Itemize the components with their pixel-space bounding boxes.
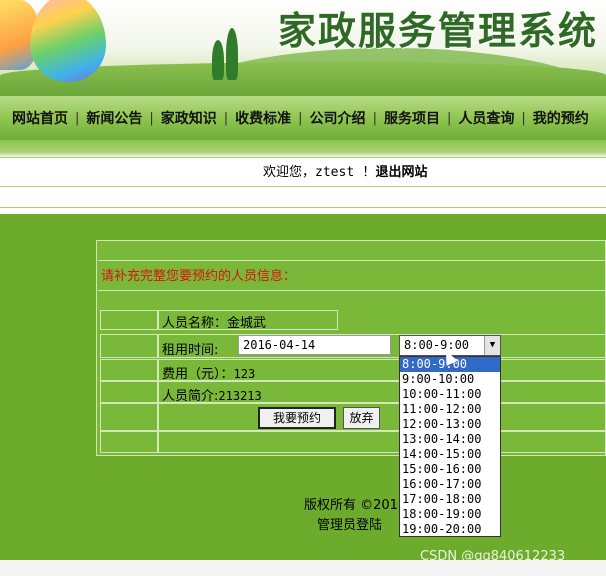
username: ztest xyxy=(315,165,355,180)
site-title: 家政服务管理系统 xyxy=(278,8,599,53)
time-option[interactable]: 9:00-10:00 xyxy=(400,372,500,387)
nav-staff-search[interactable]: 人员查询 xyxy=(451,108,521,128)
rent-date-input[interactable]: 2016-04-14 xyxy=(238,335,391,355)
banner-tree xyxy=(226,28,238,80)
time-option[interactable]: 12:00-13:00 xyxy=(400,417,500,432)
logout-link[interactable]: 退出网站 xyxy=(375,165,427,180)
nav-fees[interactable]: 收费标准 xyxy=(228,108,298,128)
fee-value: 123 xyxy=(233,367,256,381)
rent-time-label: 租用时间: xyxy=(162,343,219,358)
time-option[interactable]: 11:00-12:00 xyxy=(400,402,500,417)
time-slot-selected: 8:00-9:00 xyxy=(404,338,470,352)
nav-my-bookings[interactable]: 我的预约 xyxy=(526,108,596,128)
copyright-text: 版权所有 ©201 xyxy=(304,498,398,513)
bottom-strip xyxy=(0,560,606,576)
nav-knowledge[interactable]: 家政知识 xyxy=(154,108,224,128)
time-option[interactable]: 19:00-20:00 xyxy=(400,522,500,537)
book-button[interactable]: 我要预约 xyxy=(258,407,336,429)
banner-egg-decoration xyxy=(30,0,106,82)
cancel-button[interactable]: 放弃 xyxy=(343,407,380,429)
nav-services[interactable]: 服务项目 xyxy=(377,108,447,128)
header-banner: 家政服务管理系统 xyxy=(0,0,606,96)
banner-tree xyxy=(212,40,224,80)
nav-about[interactable]: 公司介绍 xyxy=(303,108,373,128)
intro-row: 人员简介:213213 xyxy=(162,389,262,404)
intro-value: 213213 xyxy=(218,389,262,403)
time-option[interactable]: 17:00-18:00 xyxy=(400,492,500,507)
time-option[interactable]: 14:00-15:00 xyxy=(400,447,500,462)
nav-home[interactable]: 网站首页 xyxy=(12,108,75,128)
fee-row: 费用（元）：123 xyxy=(162,367,256,382)
time-option[interactable]: 15:00-16:00 xyxy=(400,462,500,477)
chevron-down-icon[interactable]: ▼ xyxy=(484,336,500,355)
staff-name-row: 人员名称：金城武 xyxy=(162,316,267,331)
staff-name-value: 金城武 xyxy=(227,316,267,331)
form-notice: 请补充完整您要预约的人员信息： xyxy=(101,269,297,284)
main-nav: 网站首页 | 新闻公告 | 家政知识 | 收费标准 | 公司介绍 | 服务项目 | 人员查询… xyxy=(0,96,606,140)
admin-login-link[interactable]: 管理员登陆 xyxy=(317,514,382,533)
time-option[interactable]: 10:00-11:00 xyxy=(400,387,500,402)
time-option[interactable]: 18:00-19:00 xyxy=(400,507,500,522)
time-option[interactable]: 16:00-17:00 xyxy=(400,477,500,492)
time-option[interactable]: 13:00-14:00 xyxy=(400,432,500,447)
nav-news[interactable]: 新闻公告 xyxy=(79,108,149,128)
time-slot-dropdown: 8:00-9:00 9:00-10:00 10:00-11:00 11:00-1… xyxy=(399,356,501,537)
welcome-bar: 欢迎您，ztest ！退出网站 xyxy=(0,140,606,208)
welcome-text: 欢迎您，ztest ！退出网站 xyxy=(263,165,428,180)
